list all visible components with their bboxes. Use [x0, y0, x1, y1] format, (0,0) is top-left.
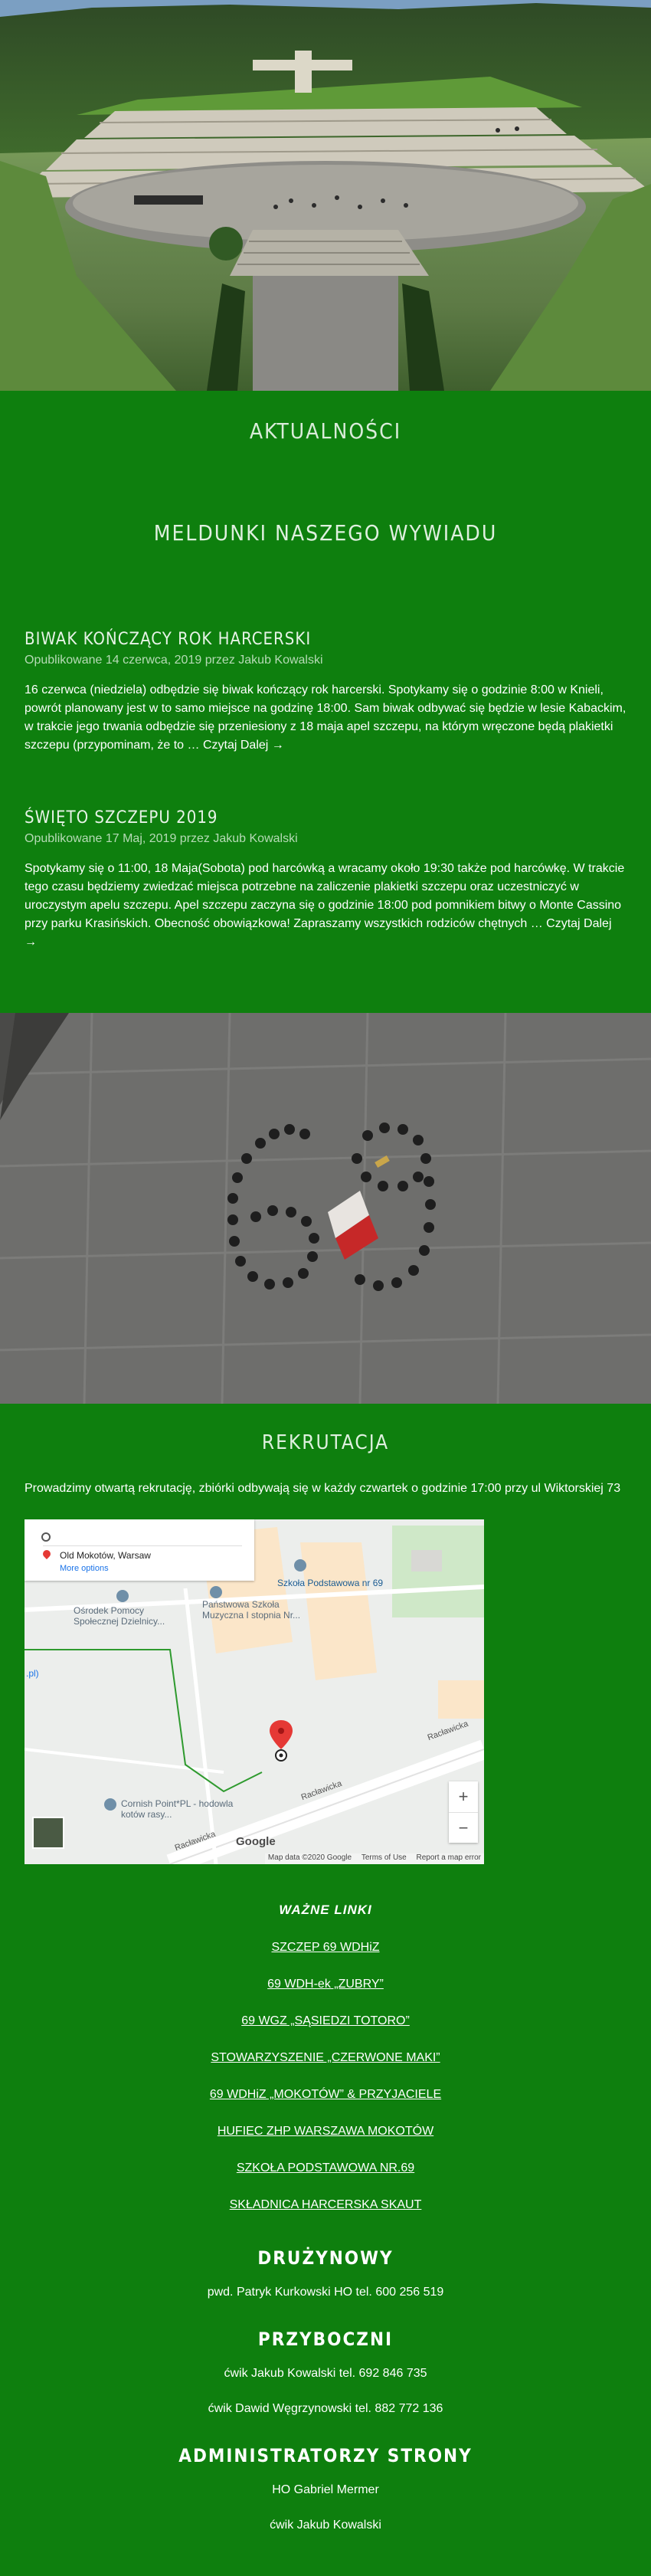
- more-options-link[interactable]: More options: [60, 1564, 109, 1573]
- map-footer: Map data ©2020 Google Terms of Use Repor…: [264, 1853, 484, 1864]
- link-czerwone-maki[interactable]: STOWARZYSZENIE „CZERWONE MAKI”: [0, 2051, 651, 2065]
- admins-heading: ADMINISTRATORZY STRONY: [178, 2445, 473, 2466]
- intel-heading: MELDUNKI NASZEGO WYWIADU: [153, 520, 498, 546]
- deputy-contact: ćwik Jakub Kowalski tel. 692 846 735: [224, 2367, 427, 2380]
- map-label-school69[interactable]: Szkoła Podstawowa nr 69: [277, 1578, 383, 1588]
- directions-card: Old Mokotów, Warsaw More options: [25, 1519, 254, 1581]
- link-zubry[interactable]: 69 WDH-ek „ZUBRY”: [0, 1978, 651, 1991]
- building-east: [438, 1680, 484, 1719]
- map-label-edge: .pl): [26, 1668, 39, 1679]
- post-2-excerpt-text: Spotykamy się o 11:00, 18 Maja(Sobota) p…: [25, 862, 625, 930]
- link-skladnica[interactable]: SKŁADNICA HARCERSKA SKAUT: [0, 2198, 651, 2212]
- admin-name: HO Gabriel Mermer: [272, 2483, 379, 2496]
- map-label-cornish[interactable]: Cornish Point*PL - hodowla kotów rasy...: [121, 1798, 236, 1820]
- link-hufiec[interactable]: HUFIEC ZHP WARSZAWA MOKOTÓW: [0, 2125, 651, 2138]
- music-school-pin-icon[interactable]: [210, 1586, 222, 1598]
- contacts: DRUŻYNOWY pwd. Patryk Kurkowski HO tel. …: [0, 2247, 651, 2532]
- report-error-link[interactable]: Report a map error: [417, 1853, 481, 1862]
- map-label-help-center[interactable]: Ośrodek Pomocy Społecznej Dzielnicy...: [74, 1605, 173, 1627]
- hero-photo: [0, 0, 651, 391]
- post-1-read-more-link[interactable]: Czytaj Dalej →: [203, 739, 284, 752]
- map-data-attribution: Map data ©2020 Google: [267, 1853, 352, 1862]
- link-mokotow-przyjaciele[interactable]: 69 WDHiZ „MOKOTÓW” & PRZYJACIELE: [0, 2088, 651, 2102]
- post-2-meta: Opublikowane 17 Maj, 2019 przez Jakub Ko…: [25, 832, 298, 845]
- help-center-pin-icon[interactable]: [116, 1590, 129, 1602]
- satellite-toggle-button[interactable]: [32, 1817, 64, 1849]
- pet-pin-icon[interactable]: [104, 1798, 116, 1811]
- news-heading: AKTUALNOŚCI: [249, 418, 402, 444]
- link-totoro[interactable]: 69 WGZ „SĄSIEDZI TOTORO”: [0, 2014, 651, 2028]
- post-1-excerpt: 16 czerwca (niedziela) odbędzie się biwa…: [25, 681, 626, 755]
- directions-from-row[interactable]: [41, 1530, 242, 1546]
- post-1: BIWAK KOŃCZĄCY ROK HARCERSKI Opublikowan…: [0, 630, 651, 755]
- recruitment-text: Prowadzimy otwartą rekrutację, zbiórki o…: [25, 1482, 621, 1495]
- post-2: ŚWIĘTO SZCZEPU 2019 Opublikowane 17 Maj,…: [0, 808, 651, 952]
- zoom-controls: + −: [449, 1781, 478, 1843]
- scouts-69-illustration: [0, 1013, 651, 1404]
- zoom-in-button[interactable]: +: [449, 1781, 478, 1813]
- school-pin-icon[interactable]: [294, 1559, 306, 1571]
- admin-name: ćwik Jakub Kowalski: [270, 2519, 381, 2532]
- important-links: WAŻNE LINKI SZCZEP 69 WDHiZ 69 WDH-ek „Z…: [0, 1903, 651, 2212]
- link-szczep-69[interactable]: SZCZEP 69 WDHiZ: [0, 1941, 651, 1955]
- post-2-title[interactable]: ŚWIĘTO SZCZEPU 2019: [25, 808, 626, 828]
- map-embed[interactable]: Old Mokotów, Warsaw More options .pl) Sz…: [25, 1519, 484, 1864]
- deputy-contact: ćwik Dawid Węgrzynowski tel. 882 772 136: [208, 2402, 443, 2415]
- leader-heading: DRUŻYNOWY: [257, 2247, 394, 2269]
- directions-to-text[interactable]: Old Mokotów, Warsaw: [60, 1550, 151, 1561]
- cemetery-illustration: [0, 0, 651, 391]
- zoom-out-button[interactable]: −: [449, 1813, 478, 1843]
- post-2-excerpt: Spotykamy się o 11:00, 18 Maja(Sobota) p…: [25, 860, 626, 952]
- directions-to-pin-icon: [41, 1548, 53, 1560]
- google-logo: Google: [236, 1835, 276, 1848]
- building-block: [411, 1550, 442, 1571]
- link-school-69[interactable]: SZKOŁA PODSTAWOWA NR.69: [0, 2161, 651, 2175]
- post-1-excerpt-text: 16 czerwca (niedziela) odbędzie się biwa…: [25, 683, 626, 752]
- post-1-meta: Opublikowane 14 czerwca, 2019 przez Jaku…: [25, 654, 323, 667]
- from-dot-icon: [41, 1532, 51, 1542]
- drone-photo: [0, 1013, 651, 1404]
- recruitment-heading: REKRUTACJA: [261, 1431, 390, 1454]
- map-label-music-school[interactable]: Państwowa Szkoła Muzyczna I stopnia Nr..…: [202, 1599, 317, 1621]
- leader-contact: pwd. Patryk Kurkowski HO tel. 600 256 51…: [207, 2286, 444, 2299]
- deputies-heading: PRZYBOCZNI: [257, 2329, 394, 2350]
- terms-link[interactable]: Terms of Use: [361, 1853, 407, 1862]
- links-title: WAŻNE LINKI: [279, 1903, 372, 1917]
- post-1-title[interactable]: BIWAK KOŃCZĄCY ROK HARCERSKI: [25, 630, 626, 649]
